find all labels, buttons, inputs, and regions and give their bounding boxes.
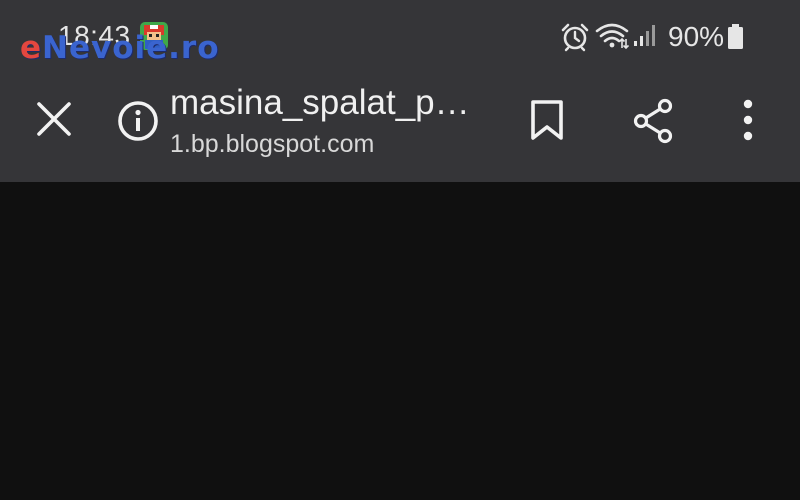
watermark-letter: e [20, 30, 43, 66]
site-info-button[interactable] [115, 98, 161, 144]
more-options-button[interactable] [728, 96, 768, 146]
battery-icon [728, 24, 743, 49]
top-app-bar: 18:43 eNevoie.ro 90% masina_spalat_p… 1.… [0, 0, 800, 182]
share-button[interactable] [628, 96, 678, 146]
alarm-icon [561, 23, 589, 52]
wifi-icon [595, 23, 629, 50]
close-icon [37, 102, 71, 136]
page-title: masina_spalat_p… [170, 83, 470, 122]
page-url: 1.bp.blogspot.com [170, 130, 375, 158]
watermark-logo: eNevoie.ro [20, 30, 220, 66]
watermark-text: Nevoie.ro [42, 30, 220, 66]
status-bar: 18:43 eNevoie.ro 90% [0, 0, 800, 70]
battery-percent: 90% [668, 21, 725, 52]
info-icon [118, 101, 158, 141]
close-button[interactable] [30, 95, 78, 143]
image-viewer-area[interactable] [0, 182, 800, 500]
more-vert-icon [743, 99, 753, 141]
signal-icon [634, 25, 655, 46]
share-icon [633, 98, 673, 144]
bookmark-icon [531, 100, 563, 140]
bookmark-button[interactable] [523, 96, 571, 144]
